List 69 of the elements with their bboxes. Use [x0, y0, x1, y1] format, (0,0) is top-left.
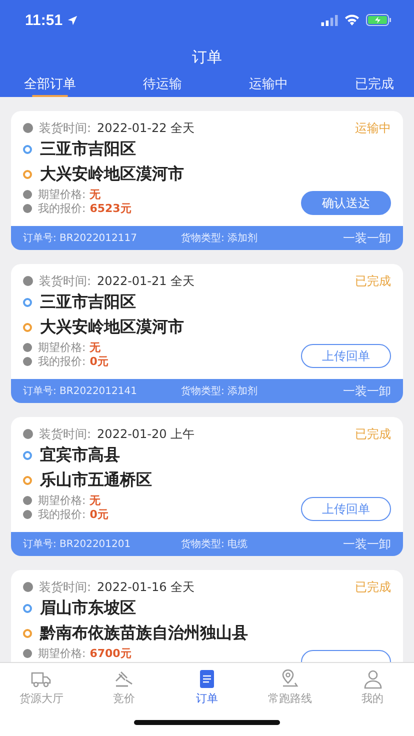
tab[interactable]: 全部订单: [24, 75, 76, 97]
loading-mode: 一装一卸: [343, 382, 391, 400]
origin-dot-icon: [23, 298, 32, 307]
origin-place: 三亚市吉阳区: [40, 139, 136, 160]
order-status: 已完成: [355, 272, 391, 290]
destination-dot-icon: [23, 170, 32, 179]
price-value: 0元: [90, 354, 108, 368]
price-value: 0元: [90, 506, 108, 522]
origin-place: 三亚市吉阳区: [40, 292, 136, 313]
tab[interactable]: 已完成: [355, 75, 394, 97]
price-label: 我的报价:: [38, 506, 86, 522]
cargo-type: 货物类型: 添加剂: [181, 384, 259, 398]
cargo-type: 货物类型: 电缆: [181, 538, 249, 551]
action-button[interactable]: 确认送达: [301, 191, 391, 215]
wifi-icon: [344, 14, 360, 26]
price-value: 无: [90, 492, 101, 508]
nav-tab[interactable]: 我的: [338, 669, 408, 706]
action-button[interactable]: 上传回单: [301, 344, 391, 368]
order-status: 运输中: [355, 120, 391, 136]
destination-dot-icon: [23, 323, 32, 332]
loading-mode: 一装一卸: [343, 230, 391, 246]
nav-tab[interactable]: 竞价: [89, 669, 160, 706]
cargo-type: 货物类型: 添加剂: [181, 232, 259, 245]
price-label: 期望价格:: [38, 340, 86, 354]
page-title: 订单: [192, 48, 222, 68]
order-number: 订单号: BR2022012141: [23, 384, 138, 398]
origin-place: 眉山市东坡区: [40, 598, 136, 619]
order-status: 已完成: [355, 426, 391, 442]
order-number: 订单号: BR202201201: [23, 538, 132, 551]
origin-place: 宜宾市高县: [40, 445, 120, 466]
origin-dot-icon: [23, 451, 32, 460]
price-label: 我的报价:: [38, 200, 86, 216]
order-status: 已完成: [355, 578, 391, 596]
price-value: 6700元: [90, 646, 132, 660]
nav-tab[interactable]: 订单: [172, 669, 242, 706]
price-value: 无: [90, 186, 101, 202]
time-value: 2022-01-20 上午: [97, 426, 195, 442]
price-label: 期望价格:: [38, 492, 86, 508]
loading-mode: 一装一卸: [343, 536, 391, 552]
status-time: 11:51: [25, 12, 63, 28]
signal-icon: [321, 14, 338, 26]
destination-dot-icon: [23, 629, 32, 638]
order-number: 订单号: BR2022012117: [23, 232, 138, 245]
price-value: 无: [90, 340, 101, 354]
destination-place: 大兴安岭地区漠河市: [40, 317, 184, 338]
destination-place: 大兴安岭地区漠河市: [40, 164, 184, 185]
destination-dot-icon: [23, 476, 32, 485]
tab[interactable]: 运输中: [249, 75, 288, 97]
time-value: 2022-01-21 全天: [97, 272, 195, 290]
time-label: 装货时间:: [39, 426, 92, 442]
time-value: 2022-01-22 全天: [97, 120, 195, 136]
time-label: 装货时间:: [39, 272, 92, 290]
nav-tab[interactable]: 货源大厅: [6, 669, 76, 706]
time-label: 装货时间:: [39, 120, 92, 136]
location-arrow-icon: [66, 14, 78, 26]
origin-dot-icon: [23, 604, 32, 613]
destination-place: 乐山市五通桥区: [40, 470, 152, 491]
action-button[interactable]: 上传回单: [301, 497, 391, 521]
price-label: 我的报价:: [38, 354, 86, 368]
price-label: 期望价格:: [38, 186, 86, 202]
price-label: 期望价格:: [38, 646, 86, 660]
destination-place: 黔南布依族苗族自治州独山县: [40, 623, 248, 644]
price-value: 6523元: [90, 200, 132, 216]
battery-icon: [366, 14, 392, 26]
origin-dot-icon: [23, 145, 32, 154]
time-label: 装货时间:: [39, 578, 92, 596]
time-value: 2022-01-16 全天: [97, 578, 195, 596]
tab[interactable]: 待运输: [143, 75, 182, 97]
nav-tab[interactable]: 常跑路线: [254, 669, 325, 706]
